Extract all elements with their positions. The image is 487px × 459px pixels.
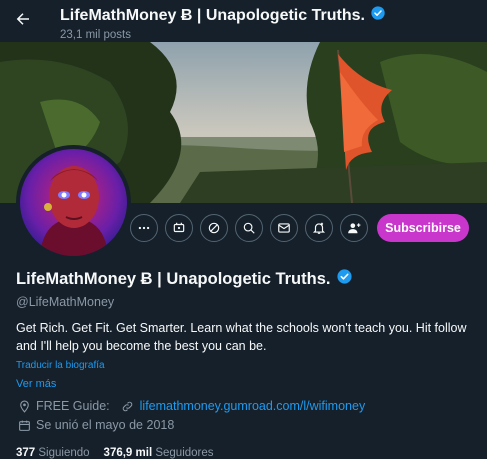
joined-row: Se unió el mayo de 2018	[16, 417, 476, 433]
circle-slash-icon[interactable]	[200, 214, 228, 242]
header-title: LifeMathMoney Ƀ | Unapologetic Truths.	[60, 6, 365, 24]
profile-name: LifeMathMoney Ƀ | Unapologetic Truths.	[16, 269, 331, 288]
top-bar: LifeMathMoney Ƀ | Unapologetic Truths. 2…	[0, 0, 487, 42]
followers-count: 376,9 mil	[103, 447, 153, 459]
follow-stats: 377 Siguiendo 376,9 mil Seguidores	[16, 447, 476, 459]
profile-meta: FREE Guide: lifemathmoney.gumroad.com/l/…	[16, 398, 476, 414]
following-count: 377	[16, 447, 36, 459]
subscribe-button[interactable]: Subscribirse	[377, 214, 469, 242]
joined-date: Se unió el mayo de 2018	[36, 418, 175, 432]
header-title-block: LifeMathMoney Ƀ | Unapologetic Truths. 2…	[60, 5, 386, 41]
message-icon[interactable]	[270, 214, 298, 242]
notification-icon[interactable]	[305, 214, 333, 242]
translate-bio-link[interactable]: Traducir la biografía	[16, 360, 476, 371]
link-icon	[120, 398, 136, 414]
back-arrow-icon[interactable]	[10, 6, 36, 32]
bio-line: and I'll help you become the best you ca…	[16, 339, 267, 353]
verified-badge-icon[interactable]	[336, 268, 353, 290]
posts-count: 23,1 mil posts	[60, 29, 131, 41]
calendar-icon	[16, 417, 32, 433]
following-stat[interactable]: 377 Siguiendo	[16, 447, 90, 459]
profile-handle: @LifeMathMoney	[16, 295, 115, 309]
search-icon[interactable]	[235, 214, 263, 242]
bio-line: Get Rich. Get Fit. Get Smarter. Learn wh…	[16, 321, 467, 335]
website-link[interactable]: lifemathmoney.gumroad.com/l/wifimoney	[140, 399, 366, 413]
grok-icon[interactable]	[165, 214, 193, 242]
location-text: FREE Guide:	[36, 399, 110, 413]
following-label: Siguiendo	[38, 447, 90, 459]
follow-icon[interactable]	[340, 214, 368, 242]
verified-badge-icon	[370, 5, 386, 26]
followers-label: Seguidores	[155, 447, 214, 459]
profile-bio: Get Rich. Get Fit. Get Smarter. Learn wh…	[16, 319, 476, 355]
profile-actions: Subscribirse	[0, 214, 487, 244]
location-icon	[16, 398, 32, 414]
see-more-link[interactable]: Ver más	[16, 378, 476, 390]
profile-info: LifeMathMoney Ƀ | Unapologetic Truths. @…	[16, 268, 476, 459]
followers-stat[interactable]: 376,9 mil Seguidores	[104, 447, 214, 459]
more-icon[interactable]	[130, 214, 158, 242]
